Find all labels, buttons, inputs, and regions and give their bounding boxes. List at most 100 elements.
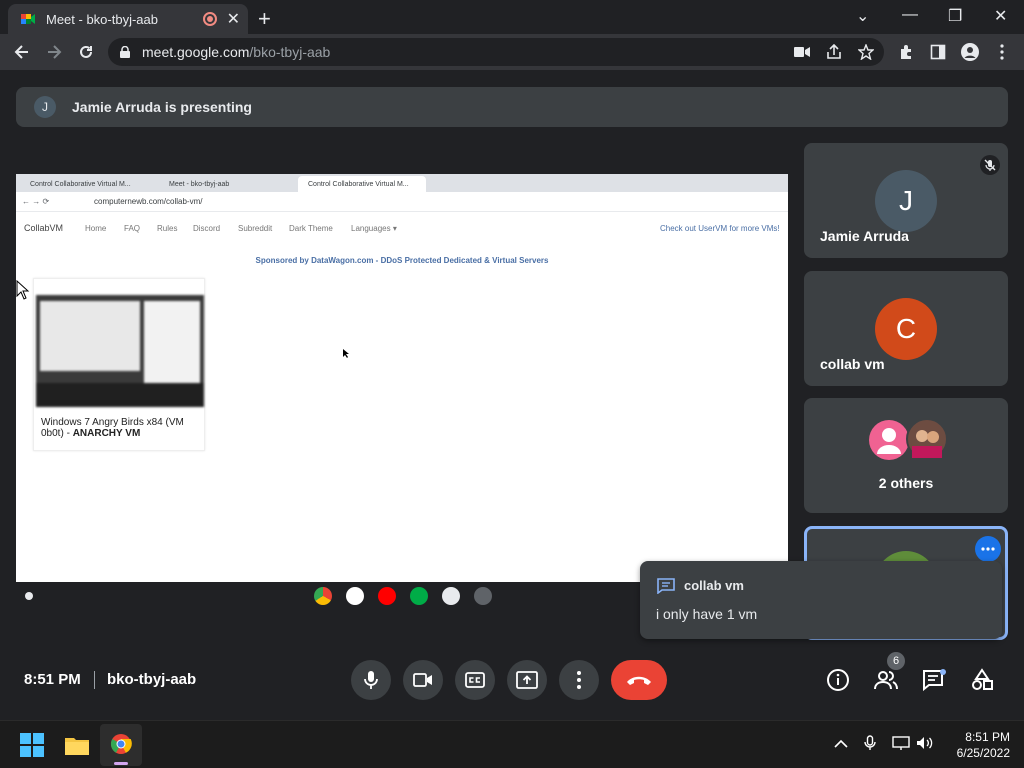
participant-tile-jamie[interactable]: J Jamie Arruda xyxy=(804,143,1008,258)
tab-close-icon[interactable]: ✕ xyxy=(227,9,240,29)
meeting-code: bko-tbyj-aab xyxy=(107,671,197,688)
vm-thumbnail xyxy=(36,295,204,407)
remote-cursor-icon xyxy=(343,345,349,363)
leave-call-button[interactable] xyxy=(611,660,667,700)
activities-button[interactable] xyxy=(968,666,996,694)
participant-photo-avatar xyxy=(906,418,948,460)
vm-caption: Windows 7 Angry Birds x84 (VM 0b0t) - AN… xyxy=(41,417,184,439)
shared-tab: Control Collaborative Virtual M... xyxy=(298,176,426,192)
extensions-icon[interactable] xyxy=(896,42,916,62)
participant-tile-others[interactable]: 2 others xyxy=(804,398,1008,513)
participant-name: collab vm xyxy=(820,356,885,372)
camera-in-use-icon[interactable] xyxy=(792,42,812,62)
windows-start-icon[interactable] xyxy=(20,733,44,762)
muted-mic-icon xyxy=(980,155,1000,175)
participant-tile-collab-vm[interactable]: C collab vm xyxy=(804,271,1008,386)
participant-avatar: J xyxy=(875,170,937,232)
shared-nav-arrows-icon: ← → ⟳ xyxy=(22,197,50,206)
chat-message-icon xyxy=(657,578,675,594)
shared-site-brand: CollabVM xyxy=(24,223,64,233)
chrome-app-icon xyxy=(314,587,332,605)
restore-button[interactable]: ❐ xyxy=(948,6,962,26)
shared-tab: Meet - bko-tbyj-aab xyxy=(169,180,230,188)
google-meet-icon xyxy=(21,14,35,24)
reload-button[interactable] xyxy=(76,42,96,62)
vm-card: Windows 7 Angry Birds x84 (VM 0b0t) - AN… xyxy=(33,278,205,451)
back-button[interactable] xyxy=(12,42,32,62)
shared-nav-promo: Check out UserVM for more VMs! xyxy=(660,224,780,233)
shared-nav-link: FAQ xyxy=(124,224,141,233)
shared-url: computernewb.com/collab-vm/ xyxy=(94,197,203,206)
profile-icon[interactable] xyxy=(960,42,980,62)
youtube-app-icon xyxy=(378,587,396,605)
camera-button[interactable] xyxy=(403,660,443,700)
app-icon xyxy=(442,587,460,605)
camera-icon xyxy=(413,673,432,687)
participant-avatar xyxy=(869,420,909,460)
present-screen-icon xyxy=(516,671,538,689)
tray-microphone-icon[interactable] xyxy=(864,735,876,756)
chat-icon xyxy=(923,669,946,691)
people-button[interactable] xyxy=(872,666,900,694)
chrome-icon xyxy=(110,734,132,754)
more-options-button[interactable] xyxy=(559,660,599,700)
shared-screen: Control Collaborative Virtual M... Meet … xyxy=(16,174,788,582)
tray-overflow-icon[interactable] xyxy=(834,736,848,754)
more-options-icon[interactable] xyxy=(975,536,1001,562)
participant-name: 2 others xyxy=(878,475,934,491)
new-tab-button[interactable]: + xyxy=(258,6,271,32)
meet-app-icon xyxy=(410,587,428,605)
system-date: 6/25/2022 xyxy=(956,746,1010,760)
chrome-taskbar-button[interactable] xyxy=(100,724,142,766)
launcher-icon xyxy=(25,592,33,600)
participant-avatar: C xyxy=(875,298,937,360)
participant-name: Jamie Arruda xyxy=(820,228,909,244)
closed-captions-icon xyxy=(465,672,485,688)
activities-icon xyxy=(972,668,993,690)
tab-search-button[interactable]: ⌄ xyxy=(856,6,869,26)
share-icon[interactable] xyxy=(824,42,844,62)
network-icon[interactable] xyxy=(892,736,910,755)
browser-tab-title: Meet - bko-tbyj-aab xyxy=(46,11,158,27)
microphone-icon xyxy=(364,671,378,689)
shared-site-nav: CollabVM Home FAQ Rules Discord Subreddi… xyxy=(16,218,788,238)
browser-menu-icon[interactable] xyxy=(992,42,1012,62)
shared-nav-link: Rules xyxy=(157,224,178,233)
people-icon xyxy=(874,671,898,690)
shared-tab: Control Collaborative Virtual M... xyxy=(30,180,131,188)
arrow-left-icon xyxy=(14,45,28,59)
shared-sponsor-text: Sponsored by DataWagon.com - DDoS Protec… xyxy=(255,256,549,265)
arrow-right-icon xyxy=(48,45,62,59)
system-time: 8:51 PM xyxy=(965,730,1010,744)
presenting-banner: J Jamie Arruda is presenting xyxy=(16,87,1008,127)
volume-icon[interactable] xyxy=(916,736,934,755)
shared-nav-link: Discord xyxy=(193,224,221,233)
close-window-button[interactable]: ✕ xyxy=(994,6,1007,26)
system-clock[interactable]: 8:51 PM 6/25/2022 xyxy=(940,729,1010,761)
end-call-icon xyxy=(627,676,651,685)
captions-button[interactable] xyxy=(455,660,495,700)
shared-nav-link: Dark Theme xyxy=(289,224,333,233)
chat-sender: collab vm xyxy=(684,578,744,593)
chat-button[interactable] xyxy=(920,666,948,694)
more-vert-icon xyxy=(577,671,581,689)
recording-indicator-icon xyxy=(202,12,217,26)
browser-tab-meet[interactable]: Meet - bko-tbyj-aab ✕ xyxy=(8,4,248,34)
lock-icon xyxy=(120,46,130,58)
minimize-button[interactable]: — xyxy=(902,6,918,24)
present-screen-button[interactable] xyxy=(507,660,547,700)
presenting-text: Jamie Arruda is presenting xyxy=(72,99,252,115)
info-icon xyxy=(827,669,849,691)
bookmark-star-icon[interactable] xyxy=(856,42,876,62)
chat-message: i only have 1 vm xyxy=(656,606,758,622)
meeting-details-button[interactable] xyxy=(824,666,852,694)
shared-nav-link: Home xyxy=(85,224,107,233)
side-panel-icon[interactable] xyxy=(928,42,948,62)
file-explorer-icon[interactable] xyxy=(64,734,90,761)
shared-address-bar: ← → ⟳ computernewb.com/collab-vm/ xyxy=(16,192,788,212)
people-count-badge: 6 xyxy=(887,652,905,670)
address-bar[interactable]: meet.google.com/bko-tbyj-aab xyxy=(108,38,884,66)
forward-button[interactable] xyxy=(44,42,64,62)
microphone-button[interactable] xyxy=(351,660,391,700)
chat-notification[interactable]: collab vm i only have 1 vm xyxy=(640,561,1002,639)
